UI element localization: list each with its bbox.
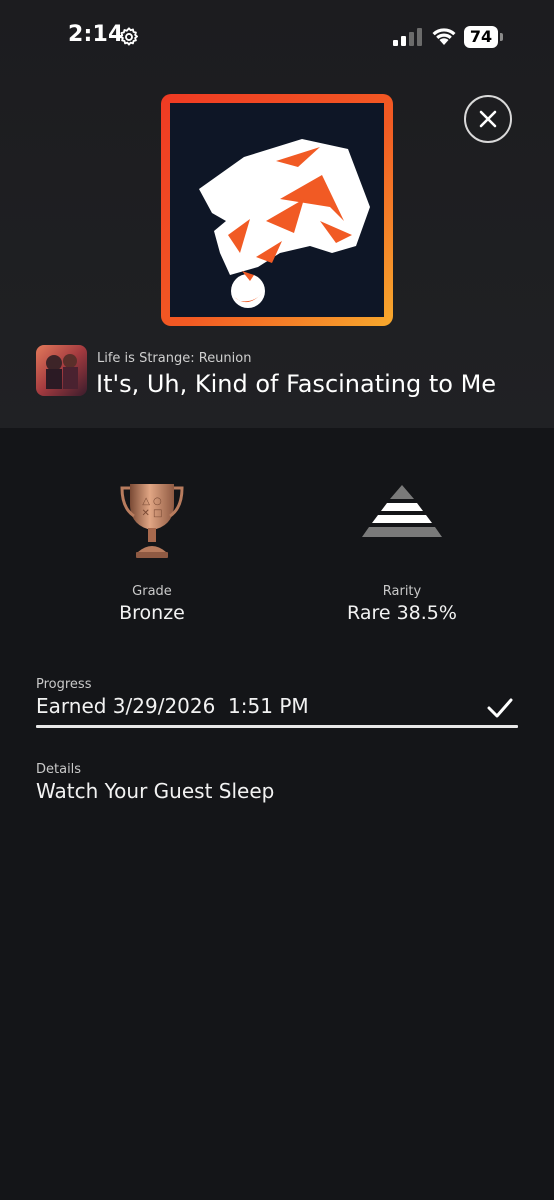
svg-text:△ ○: △ ○	[142, 496, 162, 507]
trophy-art-background	[170, 103, 384, 317]
battery-level: 74	[464, 26, 498, 48]
wifi-icon	[432, 28, 456, 45]
progress-label: Progress	[36, 677, 92, 692]
gear-icon	[119, 27, 138, 46]
rarity-value: Rare 38.5%	[347, 602, 457, 624]
details-value: Watch Your Guest Sleep	[36, 779, 275, 803]
svg-text:✕ □: ✕ □	[141, 508, 162, 519]
status-time: 2:14	[68, 22, 124, 47]
bronze-trophy-icon: △ ○ ✕ □	[120, 484, 184, 558]
game-name: Life is Strange: Reunion	[97, 351, 252, 366]
battery-tip	[500, 33, 503, 41]
trophy-details-panel	[0, 428, 554, 1200]
rarity-label: Rarity	[382, 584, 422, 599]
santa-hat-icon	[199, 139, 370, 308]
progress-value: Earned 3/29/2026 1:51 PM	[36, 694, 309, 718]
checkmark-icon	[487, 698, 513, 718]
game-cover-art	[36, 345, 87, 396]
rarity-pyramid-icon	[362, 485, 442, 537]
battery-icon: 74	[464, 26, 504, 48]
grade-label: Grade	[132, 584, 172, 599]
details-label: Details	[36, 762, 82, 777]
trophy-art	[161, 94, 393, 326]
progress-underline	[36, 725, 518, 728]
game-icon	[36, 345, 87, 396]
trophy-title: It's, Uh, Kind of Fascinating to Me	[96, 370, 497, 398]
close-button[interactable]	[464, 95, 512, 143]
close-icon	[479, 110, 497, 128]
signal-icon	[393, 28, 422, 46]
grade-value: Bronze	[119, 602, 185, 624]
